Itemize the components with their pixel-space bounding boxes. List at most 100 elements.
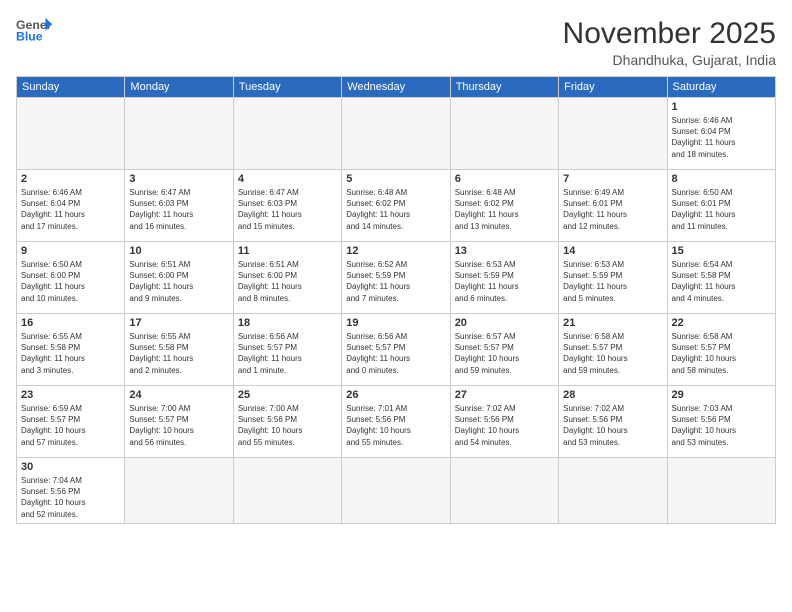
- table-row: 26Sunrise: 7:01 AM Sunset: 5:56 PM Dayli…: [342, 386, 450, 458]
- day-number: 18: [238, 317, 337, 329]
- day-info: Sunrise: 6:46 AM Sunset: 6:04 PM Dayligh…: [672, 115, 771, 160]
- table-row: 23Sunrise: 6:59 AM Sunset: 5:57 PM Dayli…: [17, 386, 125, 458]
- table-row: 1 Sunrise: 6:46 AM Sunset: 6:04 PM Daylig…: [667, 98, 775, 170]
- day-number: 13: [455, 245, 554, 257]
- table-row: 25Sunrise: 7:00 AM Sunset: 5:56 PM Dayli…: [233, 386, 341, 458]
- day-info: Sunrise: 6:58 AM Sunset: 5:57 PM Dayligh…: [563, 331, 662, 376]
- day-number: 8: [672, 173, 771, 185]
- day-info: Sunrise: 7:00 AM Sunset: 5:56 PM Dayligh…: [238, 403, 337, 448]
- table-row: 12 Sunrise: 6:52 AM Sunset: 5:59 PM Dayli…: [342, 242, 450, 314]
- day-number: 1: [672, 101, 771, 113]
- table-row: 11 Sunrise: 6:51 AM Sunset: 6:00 PM Dayli…: [233, 242, 341, 314]
- table-row: [450, 458, 558, 524]
- header-thursday: Thursday: [450, 77, 558, 98]
- day-info: Sunrise: 6:51 AM Sunset: 6:00 PM Dayligh…: [238, 259, 337, 304]
- day-number: 16: [21, 317, 120, 329]
- table-row: 3 Sunrise: 6:47 AM Sunset: 6:03 PM Daylig…: [125, 170, 233, 242]
- day-info: Sunrise: 7:04 AM Sunset: 5:56 PM Dayligh…: [21, 475, 120, 520]
- header-tuesday: Tuesday: [233, 77, 341, 98]
- day-info: Sunrise: 6:55 AM Sunset: 5:58 PM Dayligh…: [129, 331, 228, 376]
- table-row: [233, 98, 341, 170]
- table-row: 5 Sunrise: 6:48 AM Sunset: 6:02 PM Daylig…: [342, 170, 450, 242]
- table-row: [667, 458, 775, 524]
- table-row: 18Sunrise: 6:56 AM Sunset: 5:57 PM Dayli…: [233, 314, 341, 386]
- table-row: [559, 98, 667, 170]
- day-number: 11: [238, 245, 337, 257]
- table-row: [125, 458, 233, 524]
- table-row: 20 Sunrise: 6:57 AM Sunset: 5:57 PM Dayli…: [450, 314, 558, 386]
- table-row: 8 Sunrise: 6:50 AM Sunset: 6:01 PM Daylig…: [667, 170, 775, 242]
- location: Dhandhuka, Gujarat, India: [563, 52, 776, 68]
- day-info: Sunrise: 6:51 AM Sunset: 6:00 PM Dayligh…: [129, 259, 228, 304]
- day-number: 24: [129, 389, 228, 401]
- day-info: Sunrise: 6:48 AM Sunset: 6:02 PM Dayligh…: [346, 187, 445, 232]
- calendar-table: Sunday Monday Tuesday Wednesday Thursday…: [16, 76, 776, 524]
- day-number: 21: [563, 317, 662, 329]
- table-row: 10 Sunrise: 6:51 AM Sunset: 6:00 PM Dayli…: [125, 242, 233, 314]
- day-info: Sunrise: 6:54 AM Sunset: 5:58 PM Dayligh…: [672, 259, 771, 304]
- day-info: Sunrise: 6:50 AM Sunset: 6:00 PM Dayligh…: [21, 259, 120, 304]
- table-row: 7Sunrise: 6:49 AM Sunset: 6:01 PM Daylig…: [559, 170, 667, 242]
- day-info: Sunrise: 6:53 AM Sunset: 5:59 PM Dayligh…: [563, 259, 662, 304]
- day-info: Sunrise: 7:03 AM Sunset: 5:56 PM Dayligh…: [672, 403, 771, 448]
- table-row: 15Sunrise: 6:54 AM Sunset: 5:58 PM Dayli…: [667, 242, 775, 314]
- day-number: 22: [672, 317, 771, 329]
- day-number: 17: [129, 317, 228, 329]
- table-row: [559, 458, 667, 524]
- day-number: 29: [672, 389, 771, 401]
- table-row: 17 Sunrise: 6:55 AM Sunset: 5:58 PM Dayli…: [125, 314, 233, 386]
- day-info: Sunrise: 6:50 AM Sunset: 6:01 PM Dayligh…: [672, 187, 771, 232]
- table-row: 22Sunrise: 6:58 AM Sunset: 5:57 PM Dayli…: [667, 314, 775, 386]
- day-number: 4: [238, 173, 337, 185]
- day-number: 30: [21, 461, 120, 473]
- table-row: 24 Sunrise: 7:00 AM Sunset: 5:57 PM Dayli…: [125, 386, 233, 458]
- table-row: 16 Sunrise: 6:55 AM Sunset: 5:58 PM Dayli…: [17, 314, 125, 386]
- general-blue-logo-icon: General Blue: [16, 16, 52, 44]
- day-number: 3: [129, 173, 228, 185]
- day-number: 2: [21, 173, 120, 185]
- day-info: Sunrise: 7:02 AM Sunset: 5:56 PM Dayligh…: [563, 403, 662, 448]
- day-number: 10: [129, 245, 228, 257]
- svg-text:Blue: Blue: [16, 30, 43, 44]
- table-row: 2 Sunrise: 6:46 AM Sunset: 6:04 PM Daylig…: [17, 170, 125, 242]
- day-info: Sunrise: 7:00 AM Sunset: 5:57 PM Dayligh…: [129, 403, 228, 448]
- day-number: 7: [563, 173, 662, 185]
- table-row: 21 Sunrise: 6:58 AM Sunset: 5:57 PM Dayli…: [559, 314, 667, 386]
- weekday-header-row: Sunday Monday Tuesday Wednesday Thursday…: [17, 77, 776, 98]
- day-number: 26: [346, 389, 445, 401]
- day-number: 9: [21, 245, 120, 257]
- day-info: Sunrise: 7:02 AM Sunset: 5:56 PM Dayligh…: [455, 403, 554, 448]
- table-row: 29 Sunrise: 7:03 AM Sunset: 5:56 PM Dayli…: [667, 386, 775, 458]
- day-number: 12: [346, 245, 445, 257]
- day-info: Sunrise: 6:48 AM Sunset: 6:02 PM Dayligh…: [455, 187, 554, 232]
- table-row: [342, 458, 450, 524]
- title-block: November 2025 Dhandhuka, Gujarat, India: [563, 16, 776, 68]
- day-number: 27: [455, 389, 554, 401]
- day-info: Sunrise: 6:57 AM Sunset: 5:57 PM Dayligh…: [455, 331, 554, 376]
- table-row: 30 Sunrise: 7:04 AM Sunset: 5:56 PM Dayli…: [17, 458, 125, 524]
- day-info: Sunrise: 6:46 AM Sunset: 6:04 PM Dayligh…: [21, 187, 120, 232]
- day-info: Sunrise: 6:47 AM Sunset: 6:03 PM Dayligh…: [238, 187, 337, 232]
- table-row: 27 Sunrise: 7:02 AM Sunset: 5:56 PM Dayli…: [450, 386, 558, 458]
- day-info: Sunrise: 6:55 AM Sunset: 5:58 PM Dayligh…: [21, 331, 120, 376]
- table-row: 28 Sunrise: 7:02 AM Sunset: 5:56 PM Dayli…: [559, 386, 667, 458]
- day-number: 20: [455, 317, 554, 329]
- day-number: 19: [346, 317, 445, 329]
- table-row: 9 Sunrise: 6:50 AM Sunset: 6:00 PM Daylig…: [17, 242, 125, 314]
- table-row: [125, 98, 233, 170]
- header-wednesday: Wednesday: [342, 77, 450, 98]
- day-info: Sunrise: 6:47 AM Sunset: 6:03 PM Dayligh…: [129, 187, 228, 232]
- day-info: Sunrise: 6:52 AM Sunset: 5:59 PM Dayligh…: [346, 259, 445, 304]
- day-number: 6: [455, 173, 554, 185]
- header-sunday: Sunday: [17, 77, 125, 98]
- day-number: 5: [346, 173, 445, 185]
- day-number: 23: [21, 389, 120, 401]
- day-number: 28: [563, 389, 662, 401]
- table-row: 14Sunrise: 6:53 AM Sunset: 5:59 PM Dayli…: [559, 242, 667, 314]
- table-row: 4 Sunrise: 6:47 AM Sunset: 6:03 PM Daylig…: [233, 170, 341, 242]
- day-info: Sunrise: 6:53 AM Sunset: 5:59 PM Dayligh…: [455, 259, 554, 304]
- month-title: November 2025: [563, 16, 776, 52]
- day-info: Sunrise: 6:56 AM Sunset: 5:57 PM Dayligh…: [346, 331, 445, 376]
- table-row: 6 Sunrise: 6:48 AM Sunset: 6:02 PM Daylig…: [450, 170, 558, 242]
- table-row: [342, 98, 450, 170]
